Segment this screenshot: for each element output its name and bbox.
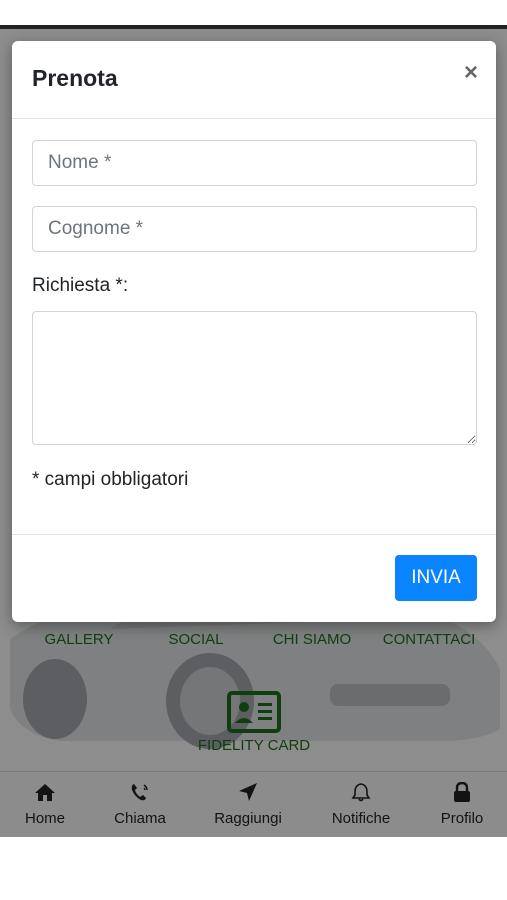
modal-header: Prenota × bbox=[12, 41, 496, 119]
surname-field[interactable] bbox=[32, 206, 477, 252]
request-textarea[interactable] bbox=[32, 311, 477, 445]
required-fields-note: * campi obbligatori bbox=[32, 469, 189, 490]
modal-footer: INVIA bbox=[12, 534, 496, 622]
modal-title: Prenota bbox=[32, 65, 118, 91]
submit-button[interactable]: INVIA bbox=[395, 555, 477, 601]
close-button[interactable]: × bbox=[464, 61, 478, 85]
name-field[interactable] bbox=[32, 140, 477, 186]
request-label: Richiesta *: bbox=[32, 275, 129, 296]
app-screen: GALLERY SOCIAL CHI SIAMO CONTATTACI FIDE… bbox=[0, 29, 507, 837]
booking-modal: Prenota × Richiesta *: * campi obbligato… bbox=[12, 41, 496, 622]
